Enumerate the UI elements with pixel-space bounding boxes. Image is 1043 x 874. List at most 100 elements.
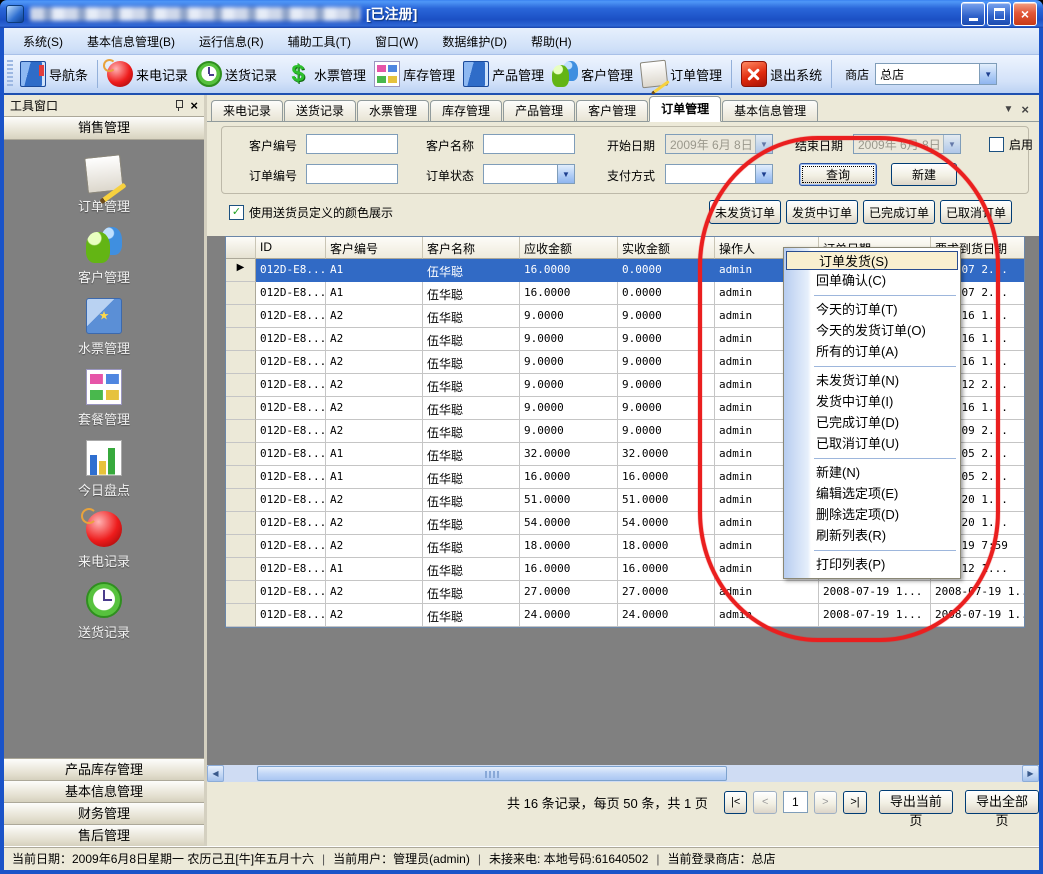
toolbar-button[interactable]: 送货记录	[192, 59, 281, 89]
customer-no-input[interactable]	[306, 134, 398, 154]
sidebar-item[interactable]: 送货记录	[78, 582, 130, 641]
toolbar-button[interactable]: 退出系统	[737, 59, 826, 89]
menu-item[interactable]: 窗口(W)	[364, 30, 429, 53]
toolbar-button[interactable]: 导航条	[16, 59, 92, 89]
tab[interactable]: 产品管理	[503, 100, 575, 121]
status-filter-button[interactable]: 已取消订单	[940, 200, 1012, 224]
row-selector-cell[interactable]	[226, 512, 256, 535]
sidebar-item[interactable]: 客户管理	[78, 227, 130, 286]
new-button[interactable]: 新建	[891, 163, 957, 186]
calendar-dropdown-icon[interactable]: ▼	[755, 135, 772, 153]
row-selector-cell[interactable]	[226, 466, 256, 489]
sidebar-group-button[interactable]: 财务管理	[4, 802, 204, 824]
pay-method-select[interactable]: ▼	[665, 164, 773, 184]
table-row[interactable]: 012D-E8... A2 伍华聪 27.0000 27.0000 admin …	[226, 581, 1024, 604]
next-page-button[interactable]: >	[814, 791, 838, 814]
tab[interactable]: 来电记录	[211, 100, 283, 121]
toolbar-button[interactable]	[831, 60, 832, 88]
pin-icon[interactable]	[174, 100, 184, 111]
grid-column-header[interactable]: 实收金额	[618, 237, 715, 259]
minimize-button[interactable]	[961, 2, 985, 26]
toolbar-button[interactable]: 库存管理	[370, 59, 459, 89]
sidebar-group-button[interactable]: 基本信息管理	[4, 780, 204, 802]
tab-close-icon[interactable]: ×	[1021, 102, 1029, 117]
toolbar-button[interactable]	[731, 60, 732, 88]
grid-column-header[interactable]: 客户名称	[423, 237, 520, 259]
color-display-checkbox[interactable]: ✓ 使用送货员定义的颜色展示	[229, 204, 393, 221]
context-menu-item[interactable]	[784, 291, 960, 299]
tab-list-dropdown-icon[interactable]: ▼	[1004, 104, 1014, 115]
start-date-picker[interactable]: 2009年 6月 8日 ▼	[665, 134, 773, 154]
row-selector-cell[interactable]	[226, 397, 256, 420]
table-row[interactable]: 012D-E8... A2 伍华聪 24.0000 24.0000 admin …	[226, 604, 1024, 627]
menu-item[interactable]: 运行信息(R)	[188, 30, 275, 53]
context-menu-item[interactable]: 打印列表(P)	[784, 554, 960, 575]
status-filter-button[interactable]: 发货中订单	[786, 200, 858, 224]
context-menu-item[interactable]: 回单确认(C)	[784, 270, 960, 291]
scroll-right-icon[interactable]: ▶	[1022, 765, 1039, 782]
sidebar-group-button[interactable]: 产品库存管理	[4, 758, 204, 780]
export-all-pages-button[interactable]: 导出全部页	[965, 790, 1039, 814]
context-menu-item[interactable]: 编辑选定项(E)	[784, 483, 960, 504]
toolbar-button[interactable]: 客户管理	[548, 59, 637, 89]
context-menu-item[interactable]	[784, 454, 960, 462]
scroll-left-icon[interactable]: ◀	[207, 765, 224, 782]
export-current-page-button[interactable]: 导出当前页	[879, 790, 953, 814]
status-filter-button[interactable]: 未发货订单	[709, 200, 781, 224]
scrollbar-thumb[interactable]	[257, 766, 727, 781]
prev-page-button[interactable]: <	[753, 791, 777, 814]
row-selector-cell[interactable]	[226, 420, 256, 443]
context-menu-item[interactable]: 未发货订单(N)	[784, 370, 960, 391]
row-selector-cell[interactable]	[226, 489, 256, 512]
calendar-dropdown-icon[interactable]: ▼	[943, 135, 960, 153]
chevron-down-icon[interactable]: ▼	[557, 165, 574, 183]
context-menu-item[interactable]: 发货中订单(I)	[784, 391, 960, 412]
sidebar-item[interactable]: 订单管理	[78, 156, 130, 215]
close-button[interactable]: ×	[1013, 2, 1037, 26]
sidebar-item[interactable]: 水票管理	[78, 298, 130, 357]
tool-window-close-icon[interactable]: ×	[190, 99, 198, 112]
menu-item[interactable]: 系统(S)	[12, 30, 74, 53]
tab[interactable]: 订单管理	[649, 96, 721, 122]
sidebar-item[interactable]: 来电记录	[78, 511, 130, 570]
row-selector-cell[interactable]	[226, 374, 256, 397]
row-selector-cell[interactable]: ▶	[226, 259, 256, 282]
chevron-down-icon[interactable]: ▼	[755, 165, 772, 183]
chevron-down-icon[interactable]: ▼	[979, 64, 996, 84]
query-button[interactable]: 查询	[799, 163, 877, 186]
toolbar-button[interactable]	[97, 60, 98, 88]
end-date-picker[interactable]: 2009年 6月 8日 ▼	[853, 134, 961, 154]
row-selector-cell[interactable]	[226, 282, 256, 305]
row-selector-cell[interactable]	[226, 328, 256, 351]
maximize-button[interactable]	[987, 2, 1011, 26]
first-page-button[interactable]: |<	[724, 791, 748, 814]
order-no-input[interactable]	[306, 164, 398, 184]
row-selector-cell[interactable]	[226, 604, 256, 627]
context-menu-item[interactable]: 今天的订单(T)	[784, 299, 960, 320]
row-selector-cell[interactable]	[226, 305, 256, 328]
row-selector-cell[interactable]	[226, 443, 256, 466]
grid-column-header[interactable]	[226, 237, 256, 259]
customer-name-input[interactable]	[483, 134, 575, 154]
sidebar-item[interactable]: 今日盘点	[78, 440, 130, 499]
menu-item[interactable]: 辅助工具(T)	[277, 30, 362, 53]
toolbar-button[interactable]: 产品管理	[459, 59, 548, 89]
last-page-button[interactable]: >|	[843, 791, 867, 814]
toolbar-button[interactable]: 水票管理	[281, 59, 370, 89]
toolbar-grip[interactable]	[7, 60, 13, 88]
menu-item[interactable]: 基本信息管理(B)	[76, 30, 186, 53]
menu-item[interactable]: 帮助(H)	[520, 30, 583, 53]
sidebar-section-sales[interactable]: 销售管理	[4, 117, 204, 140]
tab[interactable]: 送货记录	[284, 100, 356, 121]
page-number-input[interactable]: 1	[783, 791, 807, 813]
tab[interactable]: 水票管理	[357, 100, 429, 121]
row-selector-cell[interactable]	[226, 351, 256, 374]
context-menu-item[interactable]: 新建(N)	[784, 462, 960, 483]
grid-column-header[interactable]: ID	[256, 237, 326, 259]
toolbar-button[interactable]: 来电记录	[103, 59, 192, 89]
enable-checkbox[interactable]: 启用	[989, 136, 1033, 153]
tab[interactable]: 基本信息管理	[722, 100, 818, 121]
context-menu-item[interactable]: 订单发货(S)	[786, 251, 958, 270]
row-selector-cell[interactable]	[226, 558, 256, 581]
shop-select[interactable]: 总店 ▼	[875, 63, 997, 85]
